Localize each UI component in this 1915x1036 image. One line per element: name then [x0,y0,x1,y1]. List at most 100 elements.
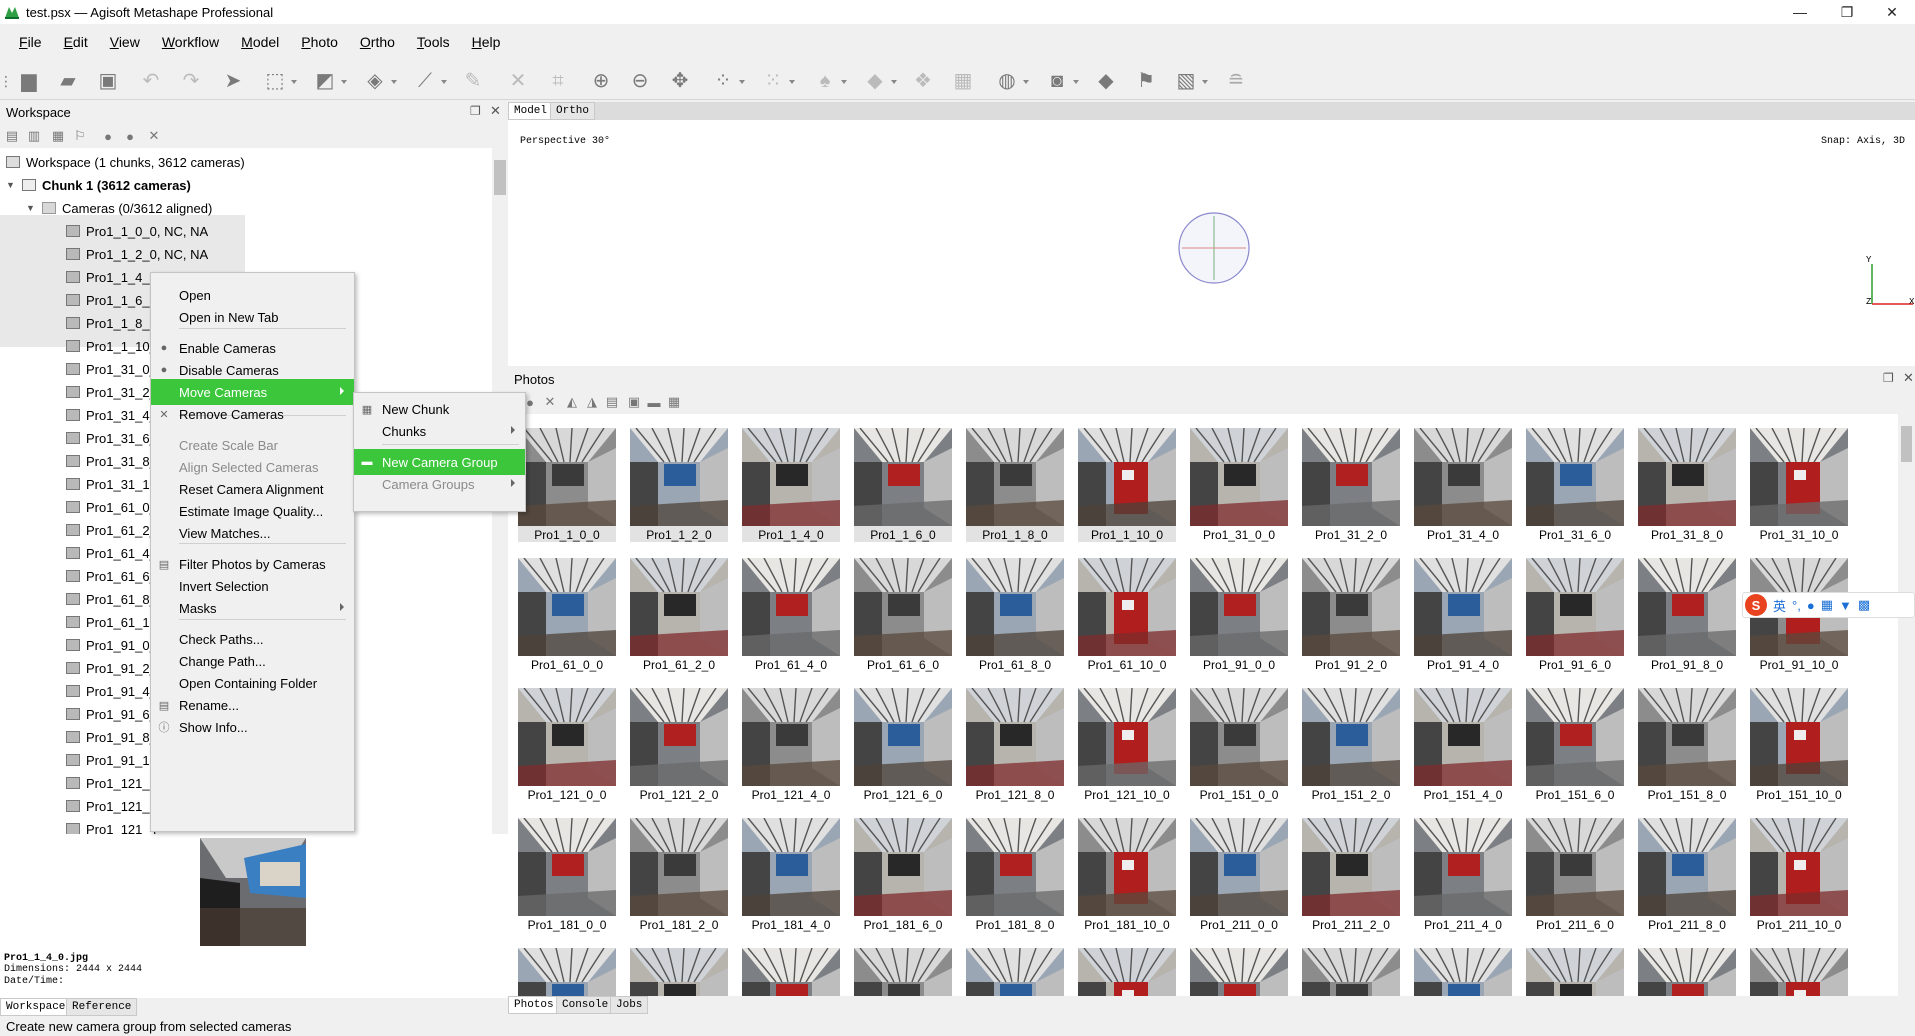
point-cloud-icon[interactable]: ⁘ [710,68,745,94]
photo-thumbnail[interactable]: Pro1_61_8_0 [966,558,1064,672]
expand-icon[interactable]: ▼ [6,180,16,190]
photo-thumbnail[interactable]: Pro1_91_2_0 [1302,558,1400,672]
ime-toolbar[interactable]: S 英 °, ● ▦ ▼ ▩ [1742,592,1915,618]
undock-icon[interactable]: ❐ [470,104,481,118]
shape-icon[interactable]: ▬ [646,394,662,410]
camera-item[interactable]: Pro1_121_2 [66,795,157,817]
photo-thumbnail[interactable] [854,948,952,996]
disable-icon[interactable]: ● [122,128,138,144]
solid-model-icon[interactable]: ◆ [862,68,897,94]
photo-thumbnail[interactable] [1414,948,1512,996]
photo-thumbnail[interactable]: Pro1_91_6_0 [1526,558,1624,672]
camera-item[interactable]: Pro1_61_10 [66,611,157,633]
add-marker-icon[interactable]: ⚐ [72,128,88,144]
camera-item[interactable]: Pro1_1_0_0, NC, NA [66,220,208,242]
photo-thumbnail[interactable]: Pro1_121_4_0 [742,688,840,802]
photo-thumbnail[interactable]: Pro1_181_10_0 [1078,818,1176,932]
photo-thumbnail[interactable]: Pro1_121_10_0 [1078,688,1176,802]
photo-thumbnail[interactable]: Pro1_31_8_0 [1638,428,1736,542]
save-icon[interactable]: ▣ [95,68,121,94]
panel-close-icon[interactable]: ✕ [490,103,501,119]
photo-thumbnail[interactable]: Pro1_31_6_0 [1526,428,1624,542]
dense-cloud-icon[interactable]: ⁙ [760,68,795,94]
minimize-button[interactable]: — [1777,0,1823,24]
photo-thumbnail[interactable] [518,948,616,996]
submenu-item-camera-groups[interactable]: Camera Groups [354,471,525,497]
draw-polyline-icon[interactable]: ✎ [460,68,486,94]
keyboard-icon[interactable]: ▦ [1821,597,1833,613]
camera-item[interactable]: Pro1_1_2_0, NC, NA [66,243,208,265]
menu-model[interactable]: Model [230,34,290,50]
menu-help[interactable]: Help [461,34,512,50]
photo-thumbnail[interactable] [1638,948,1736,996]
photo-thumbnail[interactable]: Pro1_151_0_0 [1190,688,1288,802]
new-document-icon[interactable]: ▆ [16,68,42,94]
photo-thumbnail[interactable]: Pro1_151_6_0 [1526,688,1624,802]
undock-icon[interactable]: ❐ [1883,371,1894,385]
photo-thumbnail[interactable]: Pro1_181_4_0 [742,818,840,932]
photo-thumbnail[interactable]: Pro1_121_0_0 [518,688,616,802]
tree-cameras-folder[interactable]: ▼ Cameras (0/3612 aligned) [26,197,212,219]
photo-thumbnail[interactable]: Pro1_61_6_0 [854,558,952,672]
photo-thumbnail[interactable]: Pro1_1_2_0 [630,428,728,542]
photo-thumbnail[interactable]: Pro1_181_2_0 [630,818,728,932]
tree-scrollbar-thumb[interactable] [494,160,506,195]
mask-icon[interactable]: ▣ [626,394,642,410]
tab-reference[interactable]: Reference [66,998,138,1016]
photo-thumbnail[interactable]: Pro1_61_0_0 [518,558,616,672]
rectangle-selection-icon[interactable]: ⬚ [262,68,297,94]
enable-icon[interactable]: ● [100,128,116,144]
zoom-in-icon[interactable]: ⊕ [588,68,614,94]
photo-thumbnail[interactable]: Pro1_211_2_0 [1302,818,1400,932]
photo-thumbnail[interactable] [630,948,728,996]
redo-icon[interactable]: ↷ [178,68,204,94]
reset-filter-icon[interactable]: ▤ [604,394,620,410]
maximize-button[interactable]: ❐ [1824,0,1870,24]
camera-icon[interactable]: ◙ [1044,68,1079,94]
rotate-right-icon[interactable]: ◮ [584,394,600,410]
photo-thumbnail[interactable]: Pro1_181_8_0 [966,818,1064,932]
add-chunk-icon[interactable]: ▤ [4,128,20,144]
tab-console[interactable]: Console [556,996,615,1014]
menu-tools[interactable]: Tools [406,34,461,50]
photo-thumbnail[interactable]: Pro1_1_10_0 [1078,428,1176,542]
photo-thumbnail[interactable]: Pro1_181_0_0 [518,818,616,932]
show-markers-icon[interactable]: ◆ [1093,68,1119,94]
photo-thumbnail[interactable] [1190,948,1288,996]
view-mode-icon[interactable]: ▦ [666,394,682,410]
photo-thumbnail[interactable] [742,948,840,996]
tree-chunk[interactable]: ▼ Chunk 1 (3612 cameras) [6,174,191,196]
photo-thumbnail[interactable]: Pro1_121_8_0 [966,688,1064,802]
camera-item[interactable]: Pro1_1_8_0, [66,312,160,334]
photo-thumbnail[interactable]: Pro1_211_4_0 [1414,818,1512,932]
camera-item[interactable]: Pro1_121_4 [66,818,157,834]
menu-photo[interactable]: Photo [290,34,349,50]
show-cameras-sphere-icon[interactable]: ◍ [994,68,1029,94]
show-images-icon[interactable]: ▧ [1173,68,1208,94]
photo-thumbnail[interactable]: Pro1_1_6_0 [854,428,952,542]
rotate-left-icon[interactable]: ◭ [564,394,580,410]
photo-thumbnail[interactable]: Pro1_61_10_0 [1078,558,1176,672]
remove-icon[interactable]: ✕ [542,394,558,410]
photo-thumbnail[interactable]: Pro1_151_2_0 [1302,688,1400,802]
photo-thumbnail[interactable]: Pro1_91_4_0 [1414,558,1512,672]
photo-thumbnail[interactable]: Pro1_121_2_0 [630,688,728,802]
flag-icon[interactable]: ⚑ [1133,68,1159,94]
menu-item-open-in-new-tab[interactable]: Open in New Tab [151,304,354,330]
add-photos-icon[interactable]: ▥ [26,128,42,144]
skin-icon[interactable]: ▼ [1839,598,1852,613]
tab-model[interactable]: Model [508,102,554,120]
photo-thumbnail[interactable]: Pro1_121_6_0 [854,688,952,802]
photo-thumbnail[interactable]: Pro1_91_0_0 [1190,558,1288,672]
photo-thumbnail[interactable]: Pro1_61_4_0 [742,558,840,672]
photos-scrollbar-thumb[interactable] [1901,426,1912,462]
menu-file[interactable]: File [8,34,53,50]
crop-icon[interactable]: ⌗ [545,68,571,94]
menu-item-show-info[interactable]: ⓘ Show Info... [151,714,354,740]
photo-thumbnail[interactable]: Pro1_151_4_0 [1414,688,1512,802]
submenu-item-chunks[interactable]: Chunks [354,418,525,444]
trackball-icon[interactable] [1176,210,1252,286]
photo-thumbnail[interactable]: Pro1_61_2_0 [630,558,728,672]
tab-photos[interactable]: Photos [508,996,560,1014]
camera-item[interactable]: Pro1_1_6_0, [66,289,160,311]
